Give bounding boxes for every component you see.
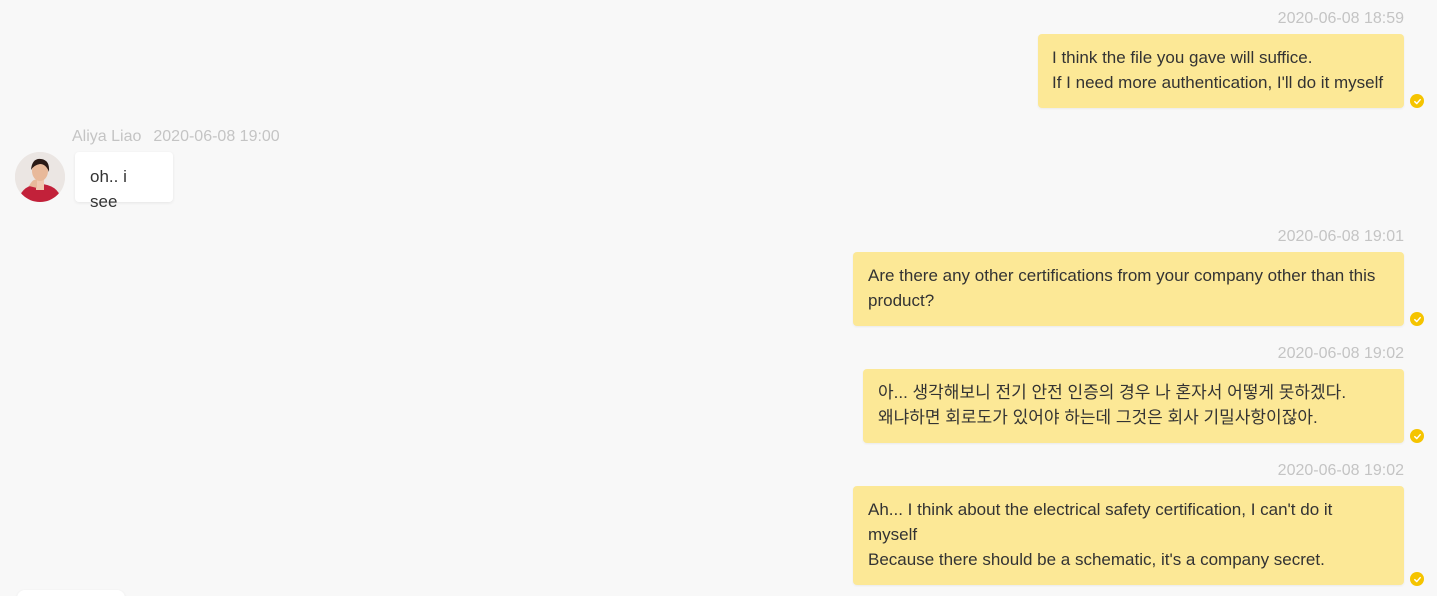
chat-message-list[interactable]: 2020-06-08 18:59 I think the file you ga… <box>0 0 1437 596</box>
message-timestamp: 2020-06-08 19:01 <box>1277 228 1404 245</box>
incoming-message-bubble[interactable] <box>17 590 125 596</box>
read-check-icon <box>1410 312 1424 326</box>
avatar-image <box>15 152 65 202</box>
message-text: oh.. i see <box>90 167 127 211</box>
avatar[interactable] <box>15 152 65 202</box>
message-text: Ah... I think about the electrical safet… <box>868 500 1333 569</box>
outgoing-message-bubble[interactable]: 아... 생각해보니 전기 안전 인증의 경우 나 혼자서 어떻게 못하겠다. … <box>863 369 1404 443</box>
incoming-message-bubble[interactable]: oh.. i see <box>75 152 173 211</box>
message-text: 아... 생각해보니 전기 안전 인증의 경우 나 혼자서 어떻게 못하겠다. … <box>878 383 1347 427</box>
read-check-icon <box>1410 94 1424 108</box>
message-text: I think the file you gave will suffice. … <box>1052 48 1384 92</box>
message-timestamp: 2020-06-08 19:00 <box>153 128 280 145</box>
read-check-icon <box>1410 572 1424 586</box>
message-text: Are there any other certifications from … <box>868 266 1376 310</box>
message-timestamp: 2020-06-08 19:02 <box>1277 462 1404 479</box>
read-check-icon <box>1410 429 1424 443</box>
outgoing-message-bubble[interactable]: Ah... I think about the electrical safet… <box>853 486 1404 585</box>
outgoing-message-bubble[interactable]: I think the file you gave will suffice. … <box>1038 34 1404 108</box>
outgoing-message-bubble[interactable]: Are there any other certifications from … <box>853 252 1404 326</box>
message-sender-line: Aliya Liao 2020-06-08 19:00 <box>72 128 280 146</box>
message-timestamp: 2020-06-08 19:02 <box>1277 345 1404 362</box>
message-timestamp: 2020-06-08 18:59 <box>1277 10 1404 27</box>
sender-name: Aliya Liao <box>72 128 142 145</box>
